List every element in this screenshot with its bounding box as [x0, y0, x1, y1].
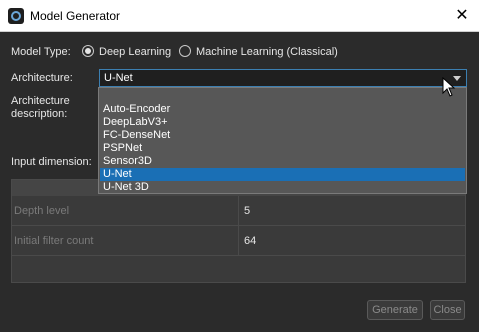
radio-deep-learning-label[interactable]: Deep Learning	[99, 46, 171, 58]
app-logo-icon	[8, 8, 24, 24]
window-title: Model Generator	[30, 9, 121, 23]
parameters-table: Depth level 5 Initial filter count 64	[11, 179, 466, 283]
mouse-cursor-icon	[442, 77, 456, 97]
model-type-label: Model Type:	[11, 46, 71, 58]
architecture-value: U-Net	[104, 72, 133, 84]
radio-deep-learning[interactable]	[82, 45, 94, 57]
close-icon[interactable]: ✕	[452, 6, 472, 26]
radio-machine-learning-label[interactable]: Machine Learning (Classical)	[196, 46, 338, 58]
column-divider	[238, 196, 239, 226]
input-dimension-label: Input dimension:	[11, 156, 92, 168]
close-button[interactable]: Close	[430, 300, 465, 320]
architecture-dropdown-list: Auto-Encoder DeepLabV3+ FC-DenseNet PSPN…	[98, 87, 467, 194]
param-name: Initial filter count	[14, 235, 94, 247]
dropdown-option-pspnet[interactable]: PSPNet	[100, 142, 465, 155]
dropdown-option-sensor3d[interactable]: Sensor3D	[100, 155, 465, 168]
architecture-description-label: Architecture description:	[11, 95, 70, 120]
table-row[interactable]: Depth level 5	[12, 196, 465, 226]
architecture-label: Architecture:	[11, 72, 73, 84]
architecture-combobox[interactable]: U-Net	[99, 69, 467, 87]
title-bar: Model Generator ✕	[0, 0, 479, 32]
param-name: Depth level	[14, 205, 70, 217]
dropdown-option-u-net-3d[interactable]: U-Net 3D	[100, 181, 465, 194]
dropdown-option-auto-encoder[interactable]: Auto-Encoder	[100, 103, 465, 116]
param-value[interactable]: 64	[244, 235, 256, 247]
radio-machine-learning[interactable]	[179, 45, 191, 57]
dropdown-option-u-net[interactable]: U-Net	[100, 168, 465, 181]
table-row[interactable]: Initial filter count 64	[12, 226, 465, 256]
param-value[interactable]: 5	[244, 205, 250, 217]
dropdown-option-fc-densenet[interactable]: FC-DenseNet	[100, 129, 465, 142]
generate-button[interactable]: Generate	[367, 300, 423, 320]
column-divider	[238, 226, 239, 256]
dropdown-option-deeplabv3plus[interactable]: DeepLabV3+	[100, 116, 465, 129]
